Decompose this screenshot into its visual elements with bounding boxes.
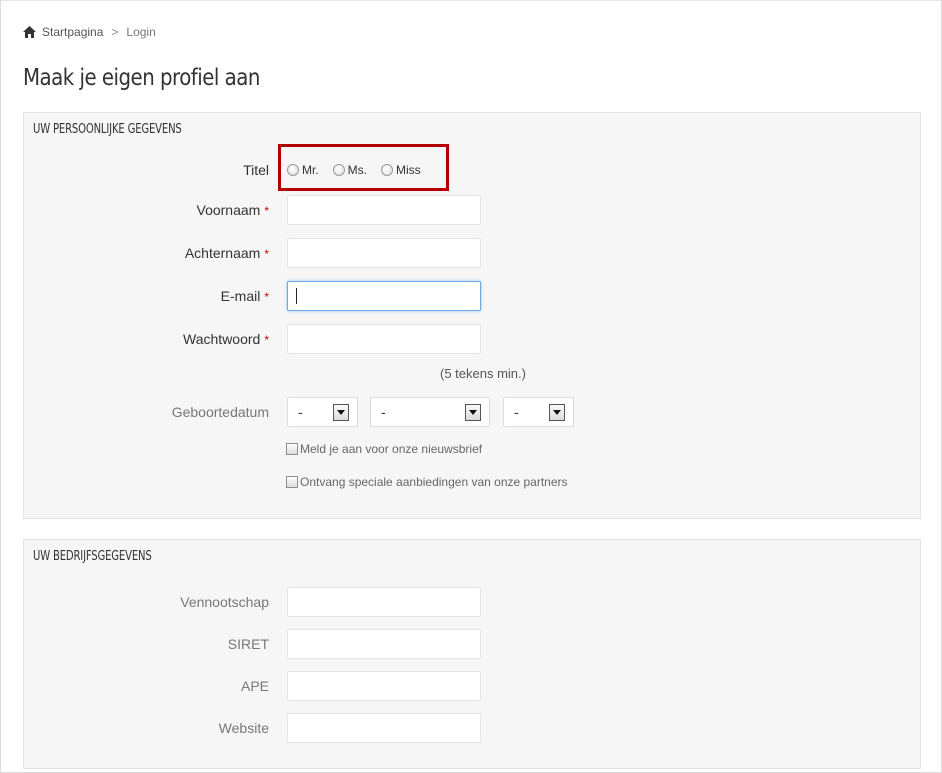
- password-hint: (5 tekens min.): [440, 366, 526, 381]
- email-label: E-mail *: [221, 281, 269, 311]
- ape-label: APE: [240, 678, 269, 694]
- text-caret: [296, 288, 297, 304]
- siret-label: SIRET: [227, 636, 269, 652]
- first-name-label: Voornaam *: [197, 195, 270, 225]
- birthdate-year-value: -: [514, 404, 519, 420]
- breadcrumb-home-link[interactable]: Startpagina: [42, 25, 103, 39]
- last-name-label-text: Achternaam: [184, 245, 261, 261]
- breadcrumb-separator: >: [111, 25, 119, 39]
- birthdate-day-value: -: [298, 404, 303, 420]
- chevron-down-icon[interactable]: [333, 404, 349, 421]
- required-marker: *: [264, 247, 269, 261]
- birthdate-year-select[interactable]: -: [503, 397, 574, 427]
- first-name-row: Voornaam *: [24, 195, 920, 225]
- breadcrumb-current: Login: [126, 25, 156, 39]
- website-input[interactable]: [287, 713, 481, 743]
- radio-miss-label: Miss: [396, 163, 421, 177]
- required-marker: *: [264, 290, 269, 304]
- chevron-down-icon[interactable]: [549, 404, 565, 421]
- birthdate-row: Geboortedatum - - -: [24, 397, 920, 427]
- birthdate-month-select[interactable]: -: [370, 397, 490, 427]
- company-row: Vennootschap: [24, 587, 920, 617]
- title-option-miss[interactable]: Miss: [381, 163, 421, 177]
- breadcrumb: Startpagina > Login: [23, 25, 156, 39]
- birthdate-month-value: -: [381, 404, 386, 420]
- email-label-text: E-mail: [220, 288, 261, 304]
- ape-input[interactable]: [287, 671, 481, 701]
- page-title: Maak je eigen profiel aan: [23, 65, 260, 91]
- email-row: E-mail *: [24, 281, 920, 311]
- ape-row: APE: [24, 671, 920, 701]
- company-details-heading: UW BEDRIJFSGEGEVENS: [33, 549, 152, 564]
- chevron-down-icon[interactable]: [465, 404, 481, 421]
- radio-ms-label: Ms.: [347, 163, 368, 177]
- partners-label: Ontvang speciale aanbiedingen van onze p…: [300, 475, 568, 489]
- siret-row: SIRET: [24, 629, 920, 659]
- title-option-mr[interactable]: Mr.: [287, 163, 319, 177]
- radio-mr-label: Mr.: [302, 163, 319, 177]
- newsletter-option[interactable]: Meld je aan voor onze nieuwsbrief: [286, 442, 482, 456]
- password-row: Wachtwoord *: [24, 324, 920, 354]
- last-name-row: Achternaam *: [24, 238, 920, 268]
- company-details-panel: UW BEDRIJFSGEGEVENS Vennootschap SIRET A…: [23, 539, 921, 769]
- siret-input[interactable]: [287, 629, 481, 659]
- password-label: Wachtwoord *: [183, 324, 269, 354]
- newsletter-label: Meld je aan voor onze nieuwsbrief: [300, 442, 483, 456]
- personal-details-heading: UW PERSOONLIJKE GEGEVENS: [33, 122, 182, 137]
- radio-mr[interactable]: [287, 164, 299, 176]
- newsletter-checkbox[interactable]: [286, 443, 298, 455]
- page-frame: Startpagina > Login Maak je eigen profie…: [0, 0, 942, 773]
- required-marker: *: [264, 333, 269, 347]
- birthdate-label: Geboortedatum: [171, 404, 269, 420]
- title-label: Titel: [243, 162, 269, 178]
- website-row: Website: [24, 713, 920, 743]
- first-name-label-text: Voornaam: [196, 202, 261, 218]
- password-label-text: Wachtwoord: [183, 331, 261, 347]
- title-option-ms[interactable]: Ms.: [332, 163, 368, 177]
- radio-ms[interactable]: [332, 164, 345, 176]
- partners-checkbox[interactable]: [286, 476, 298, 488]
- required-marker: *: [264, 204, 269, 218]
- website-label: Website: [218, 720, 269, 736]
- personal-details-panel: UW PERSOONLIJKE GEGEVENS Titel Mr. Ms. M…: [23, 112, 921, 519]
- home-icon[interactable]: [23, 26, 36, 38]
- company-label: Vennootschap: [180, 594, 269, 610]
- password-input[interactable]: [287, 324, 481, 354]
- title-radio-group: Mr. Ms. Miss: [287, 155, 435, 185]
- last-name-label: Achternaam *: [185, 238, 269, 268]
- title-row: Titel Mr. Ms. Miss: [24, 155, 920, 185]
- radio-miss[interactable]: [381, 164, 394, 176]
- email-input[interactable]: [287, 281, 481, 311]
- first-name-input[interactable]: [287, 195, 481, 225]
- last-name-input[interactable]: [287, 238, 481, 268]
- birthdate-day-select[interactable]: -: [287, 397, 358, 427]
- partners-option[interactable]: Ontvang speciale aanbiedingen van onze p…: [286, 475, 568, 489]
- company-input[interactable]: [287, 587, 481, 617]
